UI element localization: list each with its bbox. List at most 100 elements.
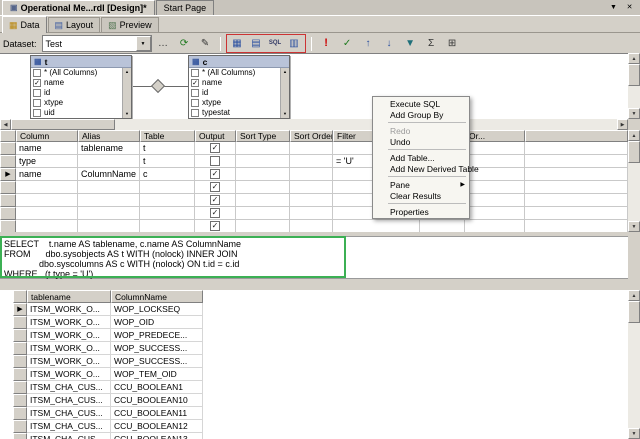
tab-report-design[interactable]: ▣ Operational Me...rdl [Design]*: [2, 0, 155, 15]
column-item[interactable]: ✓ name: [189, 78, 289, 88]
table-scrollbar[interactable]: ▲ ▼: [122, 68, 131, 118]
column-item[interactable]: id: [31, 88, 131, 98]
cell-output[interactable]: ✓: [195, 181, 236, 194]
scroll-up-icon[interactable]: ▲: [628, 290, 640, 301]
row-selector[interactable]: [13, 368, 27, 381]
edit-dataset-icon[interactable]: ✎: [196, 35, 215, 52]
column-item[interactable]: id: [189, 88, 289, 98]
menu-item-execute-sql[interactable]: Execute SQL: [374, 98, 468, 109]
tab-data[interactable]: ▦ Data: [2, 16, 47, 33]
dataset-combobox[interactable]: Test ▼: [41, 35, 152, 52]
cell-sort-type[interactable]: [236, 155, 290, 168]
cell-sort-type[interactable]: [236, 142, 290, 155]
cell-table[interactable]: c: [140, 168, 195, 181]
diagram-vertical-scrollbar[interactable]: ▲ ▼: [628, 53, 640, 119]
menu-item-redo[interactable]: Redo: [374, 125, 468, 136]
row-selector[interactable]: [13, 316, 27, 329]
cell-or-2[interactable]: [465, 142, 525, 155]
verify-sql-icon[interactable]: ✓: [338, 35, 357, 52]
show-grid-pane-icon[interactable]: ▤: [247, 35, 266, 52]
join-connector-icon[interactable]: [150, 78, 166, 94]
scroll-up-icon[interactable]: ▲: [628, 53, 640, 64]
cell-or-2[interactable]: [465, 194, 525, 207]
table-window-c[interactable]: ▦ c * (All Columns) ✓ name id xtype type…: [188, 55, 290, 119]
row-selector[interactable]: [0, 194, 16, 207]
menu-item-pane[interactable]: Pane ▶: [374, 179, 468, 190]
column-item[interactable]: ✓ name: [31, 78, 131, 88]
row-selector[interactable]: ▶: [0, 168, 16, 181]
sql-pane[interactable]: SELECT t.name AS tablename, c.name AS Co…: [0, 236, 628, 279]
cell-column[interactable]: [16, 220, 78, 232]
chevron-down-icon[interactable]: ▼: [135, 36, 151, 51]
dataset-options-button[interactable]: …: [154, 35, 173, 52]
cell-output[interactable]: [195, 155, 236, 168]
cell-sort-order[interactable]: [290, 207, 333, 220]
row-selector[interactable]: [13, 433, 27, 439]
cell-or-2[interactable]: [465, 181, 525, 194]
menu-item-add-table[interactable]: Add Table...: [374, 152, 468, 163]
cell-alias[interactable]: ColumnName: [78, 168, 140, 181]
cell-sort-type[interactable]: [236, 220, 290, 232]
cell-sort-order[interactable]: [290, 220, 333, 232]
row-selector[interactable]: [13, 329, 27, 342]
menu-item-add-group-by[interactable]: Add Group By: [374, 109, 468, 120]
table-c-titlebar[interactable]: ▦ c: [189, 56, 289, 68]
tab-start-page[interactable]: Start Page: [155, 0, 215, 15]
column-checkbox[interactable]: [191, 109, 199, 117]
scrollbar-thumb[interactable]: [628, 301, 640, 323]
row-selector[interactable]: ▶: [13, 303, 27, 316]
row-selector[interactable]: [0, 181, 16, 194]
add-table-icon[interactable]: ⊞: [443, 35, 462, 52]
output-checkbox[interactable]: ✓: [210, 195, 220, 205]
menu-item-undo[interactable]: Undo: [374, 136, 468, 147]
column-checkbox[interactable]: [33, 109, 41, 117]
cell-column[interactable]: [16, 181, 78, 194]
scroll-up-icon[interactable]: ▲: [281, 68, 289, 76]
cell-table[interactable]: [140, 194, 195, 207]
column-checkbox[interactable]: [33, 99, 41, 107]
sort-ascending-icon[interactable]: ↑: [359, 35, 378, 52]
cell-table[interactable]: t: [140, 155, 195, 168]
filter-icon[interactable]: ▼: [401, 35, 420, 52]
cell-sort-order[interactable]: [290, 142, 333, 155]
column-item[interactable]: xtype: [31, 98, 131, 108]
scroll-up-icon[interactable]: ▲: [123, 68, 131, 76]
scroll-down-icon[interactable]: ▼: [628, 221, 640, 232]
column-item[interactable]: * (All Columns): [189, 68, 289, 78]
row-selector[interactable]: [13, 381, 27, 394]
show-diagram-pane-icon[interactable]: ▦: [228, 35, 247, 52]
cell-output[interactable]: ✓: [195, 194, 236, 207]
sort-descending-icon[interactable]: ↓: [380, 35, 399, 52]
cell-table[interactable]: [140, 181, 195, 194]
column-checkbox[interactable]: ✓: [191, 79, 199, 87]
cell-output[interactable]: ✓: [195, 168, 236, 181]
scroll-down-icon[interactable]: ▼: [628, 108, 640, 119]
output-checkbox[interactable]: ✓: [210, 143, 220, 153]
row-selector[interactable]: [0, 155, 16, 168]
scroll-down-icon[interactable]: ▼: [123, 110, 131, 118]
diagram-horizontal-scrollbar[interactable]: ◀ ▶: [0, 119, 628, 130]
show-sql-pane-icon[interactable]: SQL: [266, 35, 285, 52]
column-checkbox[interactable]: [191, 99, 199, 107]
table-t-titlebar[interactable]: ▦ t: [31, 56, 131, 68]
column-checkbox[interactable]: [191, 89, 199, 97]
tab-layout[interactable]: ▤ Layout: [47, 17, 101, 32]
row-selector[interactable]: [0, 142, 16, 155]
close-icon[interactable]: ✕: [623, 1, 636, 13]
scroll-down-icon[interactable]: ▼: [628, 428, 640, 439]
cell-or-2[interactable]: [465, 220, 525, 232]
menu-item-properties[interactable]: Properties: [374, 206, 468, 217]
cell-sort-order[interactable]: [290, 155, 333, 168]
cell-alias[interactable]: [78, 194, 140, 207]
row-selector[interactable]: [13, 355, 27, 368]
cell-output[interactable]: ✓: [195, 207, 236, 220]
column-checkbox[interactable]: [33, 89, 41, 97]
output-checkbox[interactable]: ✓: [210, 221, 220, 231]
cell-or-1[interactable]: [420, 220, 465, 232]
refresh-fields-icon[interactable]: ⟳: [175, 35, 194, 52]
scrollbar-thumb[interactable]: [628, 141, 640, 163]
row-selector[interactable]: [0, 220, 16, 232]
row-selector[interactable]: [13, 420, 27, 433]
column-item[interactable]: xtype: [189, 98, 289, 108]
row-selector[interactable]: [0, 207, 16, 220]
